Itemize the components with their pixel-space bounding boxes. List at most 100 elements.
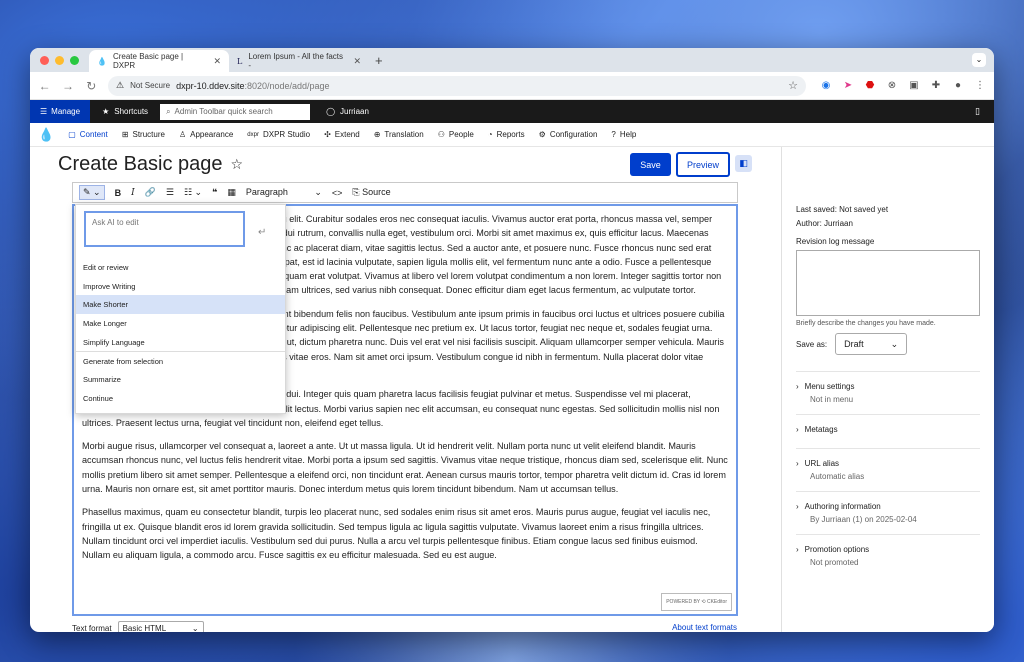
toggle-sidebar-icon[interactable]: ◧ <box>735 155 752 172</box>
extension-icon[interactable]: ◉ <box>820 80 832 91</box>
manage-button[interactable]: ☰ Manage <box>30 100 91 123</box>
text-format-select[interactable]: Basic HTML ⌄ <box>117 621 204 632</box>
browser-tab[interactable]: L Lorem Ipsum - All the facts - ✕ <box>229 50 369 72</box>
save-as-label: Save as: <box>796 339 828 349</box>
chevron-right-icon: › <box>796 382 799 391</box>
tab-strip: 💧 Create Basic page | DXPR ✕ L Lorem Ips… <box>30 48 994 72</box>
accordion-title: Metatags <box>804 425 838 434</box>
paragraph-format-select[interactable]: Paragraph ⌄ <box>246 187 322 198</box>
drupal-favicon-icon: 💧 <box>97 56 107 66</box>
revision-log-textarea[interactable] <box>796 250 980 316</box>
content-region: Create Basic page ☆ Save Preview ◧ ✎ ⌄ B… <box>30 147 781 632</box>
text-format-label: Text format <box>72 623 112 633</box>
ai-option-make-shorter[interactable]: Make Shorter <box>76 295 285 315</box>
close-tab-icon[interactable]: ✕ <box>213 56 221 67</box>
ai-option-generate-from-selection[interactable]: Generate from selection <box>76 351 285 370</box>
maximize-window-button[interactable] <box>70 55 79 65</box>
source-label: Source <box>362 187 391 197</box>
moderation-state-select[interactable]: Draft ⌄ <box>835 333 908 355</box>
about-text-formats-link[interactable]: About text formats <box>672 623 737 632</box>
close-tab-icon[interactable]: ✕ <box>353 56 361 67</box>
enter-icon[interactable]: ↵ <box>258 227 266 238</box>
back-arrow-icon[interactable]: ← <box>38 79 51 93</box>
device-orientation-icon[interactable]: ▯ <box>975 106 980 117</box>
chevron-right-icon: › <box>796 502 799 511</box>
menu-item-structure[interactable]: ⊞ Structure <box>122 130 165 139</box>
drupal-logo-icon[interactable]: 💧 <box>38 127 54 143</box>
paragraph-label: Paragraph <box>245 187 288 197</box>
accordion-summary: Not promoted <box>810 558 859 567</box>
code-icon[interactable]: <> <box>332 188 343 198</box>
chevron-down-icon: ⌄ <box>890 338 899 349</box>
extension-icon[interactable]: ➤ <box>842 80 854 91</box>
italic-button[interactable]: I <box>131 188 135 198</box>
user-menu[interactable]: ◯ Jurriaan <box>310 107 385 116</box>
bullet-list-icon[interactable]: ☰ <box>166 187 174 198</box>
accordion-url-alias[interactable]: › URL alias Automatic alias <box>796 448 980 491</box>
user-name: Jurriaan <box>340 107 369 116</box>
close-window-button[interactable] <box>40 55 49 65</box>
menu-label: Translation <box>384 130 424 139</box>
globe-icon: ⊕ <box>373 130 381 139</box>
ai-prompt-input[interactable]: Ask AI to edit <box>84 211 245 247</box>
accordion-promotion-options[interactable]: › Promotion options Not promoted <box>796 534 980 577</box>
menu-label: Configuration <box>549 130 598 139</box>
extension-icon[interactable]: ⬣ <box>864 80 876 91</box>
main-area: Create Basic page ☆ Save Preview ◧ ✎ ⌄ B… <box>30 147 994 632</box>
ai-option-make-longer[interactable]: Make Longer <box>76 314 285 333</box>
menu-item-reports[interactable]: ◔ Reports <box>488 130 525 139</box>
link-icon[interactable]: 🔗 <box>145 187 156 198</box>
extensions: ◉ ➤ ⬣ ⊗ ▣ ✚ ● ⋮ <box>820 80 986 91</box>
menu-item-extend[interactable]: ✣ Extend <box>324 130 360 139</box>
bold-button[interactable]: B <box>115 188 122 198</box>
menu-item-content[interactable]: ▢ Content <box>68 130 108 139</box>
manage-label: Manage <box>51 107 81 116</box>
puzzle-icon[interactable]: ✚ <box>930 80 942 91</box>
numbered-list-icon[interactable]: ☷ ⌄ <box>184 187 202 198</box>
shortcuts-button[interactable]: ★ Shortcuts <box>90 107 160 116</box>
blockquote-icon[interactable]: ❝ <box>212 187 217 198</box>
extension-icon[interactable]: ⊗ <box>886 80 898 91</box>
source-button[interactable]: ⎘ Source <box>352 187 390 198</box>
tab-search-chevron-icon[interactable]: ⌄ <box>972 53 986 67</box>
save-as-row: Save as: Draft ⌄ <box>796 333 980 355</box>
more-menu-icon[interactable]: ⋮ <box>974 80 986 91</box>
document-icon: ▢ <box>68 130 76 139</box>
accordion-menu-settings[interactable]: › Menu settings Not in menu <box>796 371 980 414</box>
menu-label: People <box>448 130 474 139</box>
source-icon: ⎘ <box>352 187 360 197</box>
minimize-window-button[interactable] <box>55 55 64 65</box>
menu-item-configuration[interactable]: ⚙ Configuration <box>539 130 598 139</box>
ai-assistant-button[interactable]: ✎ ⌄ <box>79 185 105 200</box>
meta-sidebar: Last saved: Not saved yet Author: Jurria… <box>781 147 994 632</box>
new-tab-button[interactable]: + <box>369 53 389 68</box>
menu-label: Reports <box>496 130 525 139</box>
ai-option-summarize[interactable]: Summarize <box>76 370 285 389</box>
preview-button[interactable]: Preview <box>676 152 730 177</box>
ai-option-simplify-language[interactable]: Simplify Language <box>76 333 285 352</box>
menu-item-translation[interactable]: ⊕ Translation <box>374 130 424 139</box>
insert-image-icon[interactable]: ▦ <box>227 187 236 198</box>
save-button[interactable]: Save <box>630 153 671 176</box>
menu-label: Appearance <box>190 130 234 139</box>
bookmark-star-icon[interactable]: ☆ <box>788 79 798 92</box>
ai-option-edit-or-review[interactable]: Edit or review <box>76 258 285 277</box>
ai-option-improve-writing[interactable]: Improve Writing <box>76 277 285 296</box>
accordion-authoring-information[interactable]: › Authoring information By Jurriaan (1) o… <box>796 491 980 534</box>
menu-item-people[interactable]: ⚇ People <box>438 130 474 139</box>
accordion-metatags[interactable]: › Metatags <box>796 414 980 448</box>
browser-tab-active[interactable]: 💧 Create Basic page | DXPR ✕ <box>89 50 229 72</box>
star-icon[interactable]: ☆ <box>231 156 244 173</box>
puzzle-icon: ✣ <box>324 130 331 139</box>
address-bar[interactable]: ⚠ Not Secure dxpr-10.ddev.site:8020/node… <box>107 75 806 96</box>
avatar[interactable]: ● <box>952 80 964 91</box>
menu-item-help[interactable]: ? Help <box>611 130 636 139</box>
ckeditor-badge[interactable]: POWERED BY ⟲ CKEditor <box>661 592 732 611</box>
reload-icon[interactable]: ↻ <box>85 79 98 93</box>
camera-icon[interactable]: ▣ <box>908 80 920 91</box>
quick-search-input[interactable]: ⌕ Admin Toolbar quick search <box>160 103 311 120</box>
menu-item-dxpr-studio[interactable]: dxpr DXPR Studio <box>247 130 310 139</box>
ai-option-continue[interactable]: Continue <box>76 389 285 408</box>
menu-item-appearance[interactable]: ♙ Appearance <box>179 130 233 139</box>
forward-arrow-icon[interactable]: → <box>61 79 74 93</box>
